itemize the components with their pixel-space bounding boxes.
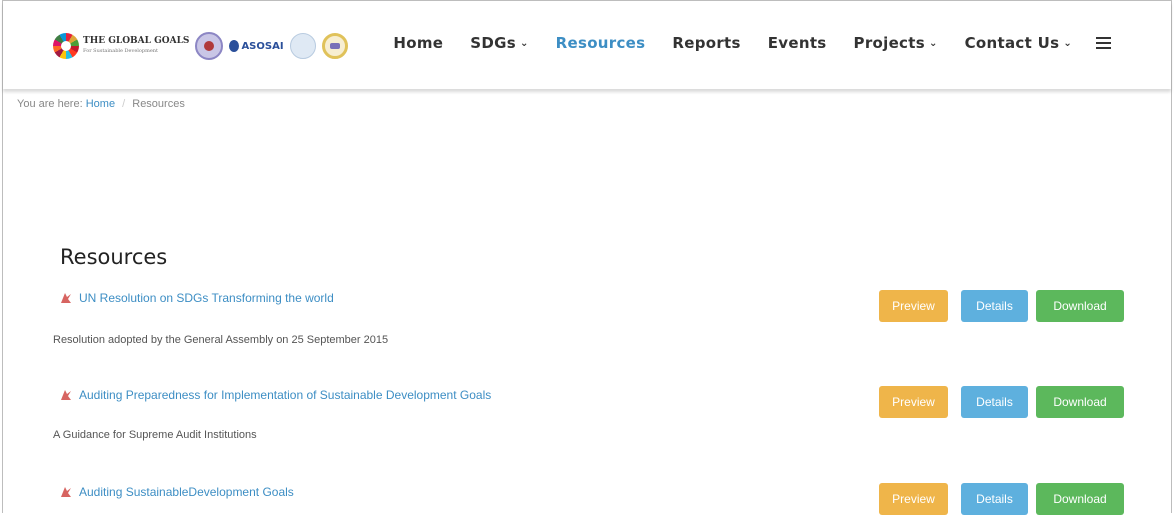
pdf-icon [61, 293, 71, 303]
resource-link[interactable]: Auditing Preparedness for Implementation… [59, 388, 491, 402]
nav-home-label: Home [393, 34, 444, 52]
partner-logos[interactable]: THE GLOBAL GOALS For Sustainable Develop… [53, 28, 348, 64]
nav-projects[interactable]: Projects ⌄ [854, 34, 938, 52]
globe-logo-icon[interactable] [289, 33, 316, 59]
resource-description: A Guidance for Supreme Audit Institution… [53, 429, 257, 441]
chevron-down-icon: ⌄ [519, 38, 529, 49]
chevron-down-icon: ⌄ [928, 38, 938, 49]
breadcrumb-home-link[interactable]: Home [86, 98, 115, 110]
site-header: THE GLOBAL GOALS For Sustainable Develop… [3, 1, 1171, 89]
download-button[interactable]: Download [1036, 290, 1124, 322]
nav-sdgs[interactable]: SDGs ⌄ [470, 34, 528, 52]
details-button[interactable]: Details [961, 386, 1028, 418]
asosai-logo-text: ASOSAI [241, 40, 284, 52]
nav-contact-label: Contact Us [964, 34, 1060, 52]
global-goals-subtitle: For Sustainable Development [83, 48, 159, 54]
nav-home[interactable]: Home [393, 34, 443, 52]
resource-title: Auditing Preparedness for Implementation… [79, 388, 492, 402]
breadcrumb-separator: / [122, 98, 126, 110]
nav-events[interactable]: Events [768, 34, 827, 52]
nav-contact[interactable]: Contact Us ⌄ [965, 34, 1072, 52]
preview-button[interactable]: Preview [879, 483, 948, 515]
hamburger-menu-icon[interactable] [1096, 37, 1111, 49]
breadcrumb-current: Resources [132, 98, 185, 110]
seal-logo-icon[interactable] [195, 32, 224, 60]
download-button[interactable]: Download [1036, 386, 1124, 418]
breadcrumb-prefix: You are here: [17, 98, 83, 110]
breadcrumb: You are here: Home / Resources [17, 98, 185, 110]
nav-resources[interactable]: Resources [556, 34, 646, 52]
details-button[interactable]: Details [961, 483, 1028, 515]
details-button[interactable]: Details [961, 290, 1028, 322]
chevron-down-icon: ⌄ [1063, 38, 1072, 49]
resource-link[interactable]: UN Resolution on SDGs Transforming the w… [59, 291, 334, 305]
global-goals-title: THE GLOBAL GOALS [83, 36, 190, 46]
sdg-wheel-icon [53, 33, 79, 59]
nav-projects-label: Projects [853, 34, 925, 52]
page-frame: THE GLOBAL GOALS For Sustainable Develop… [2, 0, 1172, 515]
pdf-icon [61, 487, 71, 497]
resource-title: UN Resolution on SDGs Transforming the w… [79, 291, 334, 305]
nav-reports[interactable]: Reports [672, 34, 740, 52]
pdf-icon [61, 390, 71, 400]
global-goals-logo[interactable]: THE GLOBAL GOALS For Sustainable Develop… [53, 33, 189, 59]
resource-title: Auditing SustainableDevelopment Goals [79, 485, 294, 499]
asosai-mark-icon [229, 40, 240, 52]
preview-button[interactable]: Preview [879, 386, 948, 418]
nav-sdgs-label: SDGs [470, 34, 516, 52]
download-button[interactable]: Download [1036, 483, 1124, 515]
nav-resources-label: Resources [555, 34, 646, 52]
resource-link[interactable]: Auditing SustainableDevelopment Goals [59, 485, 294, 499]
nav-reports-label: Reports [672, 34, 741, 52]
resource-description: Resolution adopted by the General Assemb… [53, 334, 389, 346]
asosai-logo[interactable]: ASOSAI [229, 40, 284, 52]
main-nav: Home SDGs ⌄ Resources Reports Events Proj… [366, 34, 1111, 52]
nav-events-label: Events [767, 34, 827, 52]
global-goals-text: THE GLOBAL GOALS For Sustainable Develop… [83, 36, 189, 56]
page-title: Resources [60, 245, 168, 269]
preview-button[interactable]: Preview [879, 290, 948, 322]
ring-logo-icon[interactable] [321, 33, 348, 59]
